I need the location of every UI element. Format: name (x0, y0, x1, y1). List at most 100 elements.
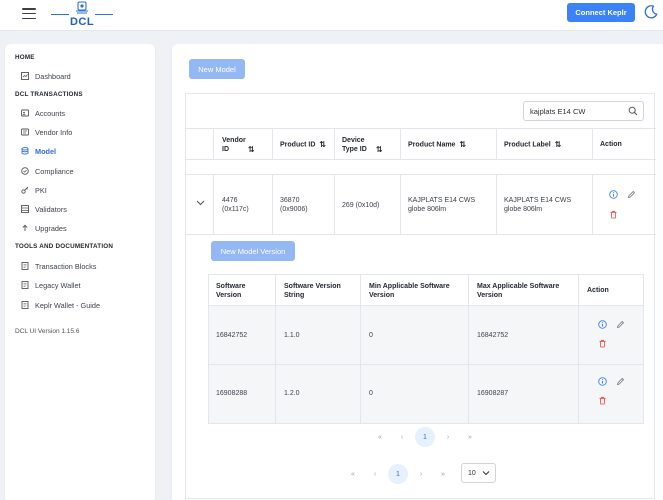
sidebar-item-label: Legacy Wallet (35, 280, 81, 290)
sort-icon[interactable]: ⇅ (248, 145, 255, 154)
sidebar-item-label: Accounts (35, 108, 66, 118)
product-label-cell: KAJPLATS E14 CWS globe 806lm (504, 197, 572, 213)
sidebar-item-pki[interactable]: PKI (21, 184, 47, 196)
column-header-max-software-version: Max Applicable Software Version (477, 283, 560, 299)
column-header-product-name[interactable]: Product Name ⇅ (408, 140, 466, 149)
vendor-icon (21, 128, 29, 136)
last-page-button[interactable]: » (459, 434, 481, 441)
column-header-vendor-id[interactable]: Vendor ID ⇅ (222, 136, 267, 154)
product-name-cell: KAJPLATS E14 CWS globe 806lm (408, 197, 476, 213)
sidebar-section-dcl-transactions: DCL TRANSACTIONS (15, 91, 83, 98)
new-model-button[interactable]: New Model (189, 59, 245, 79)
sidebar-item-keplr-guide[interactable]: Keplr Wallet - Guide (21, 299, 100, 311)
prev-page-button[interactable]: ‹ (364, 471, 386, 478)
sidebar-item-label: Vendor Info (35, 127, 73, 137)
sidebar-section-home: HOME (15, 54, 35, 61)
sidebar-item-label: Transaction Blocks (35, 261, 97, 271)
column-header-product-id[interactable]: Product ID ⇅ (280, 140, 326, 149)
validators-icon (21, 205, 29, 213)
max-version-cell: 16842752 (477, 332, 509, 339)
sidebar-item-label: Compliance (35, 166, 74, 176)
model-versions-table: Software Version Software Version String… (208, 274, 644, 424)
dashboard-icon (21, 72, 29, 80)
first-page-button[interactable]: « (369, 434, 391, 441)
next-page-button[interactable]: › (410, 471, 432, 478)
current-page-button[interactable]: 1 (415, 427, 435, 447)
row-actions (609, 190, 639, 219)
theme-toggle-moon-icon[interactable] (643, 4, 659, 20)
versions-pagination: « ‹ 1 › » (369, 427, 481, 447)
edit-icon[interactable] (616, 377, 625, 386)
sidebar-item-upgrades[interactable]: Upgrades (21, 222, 67, 234)
max-version-cell: 16908287 (477, 390, 509, 397)
info-icon[interactable] (609, 190, 618, 199)
sort-icon[interactable]: ⇅ (459, 140, 466, 149)
sidebar-item-label: Model (35, 146, 57, 156)
sidebar-item-legacy-wallet[interactable]: Legacy Wallet (21, 279, 81, 291)
chevron-down-icon[interactable] (196, 200, 205, 206)
software-version-cell: 16842752 (216, 332, 248, 339)
sidebar-item-label: Upgrades (35, 223, 67, 233)
app-version: DCL UI Version 1.15.6 (15, 328, 80, 335)
dcl-logo[interactable]: DCL (51, 0, 113, 31)
column-header-product-label[interactable]: Product Label ⇅ (504, 140, 561, 149)
sidebar-item-label: Keplr Wallet - Guide (35, 300, 101, 310)
new-model-version-button[interactable]: New Model Version (211, 241, 295, 261)
model-versions-header: Software Version Software Version String… (208, 274, 644, 306)
sort-icon[interactable]: ⇅ (376, 145, 383, 154)
sidebar-section-tools: TOOLS AND DOCUMENTATION (15, 243, 114, 250)
sidebar-item-compliance[interactable]: Compliance (21, 165, 74, 177)
sidebar-item-label: PKI (35, 185, 47, 195)
column-header-software-version: Software Version (216, 283, 246, 299)
table-row: 16842752 1.1.0 0 16842752 (208, 306, 644, 365)
column-header-min-software-version: Min Applicable Software Version (369, 283, 450, 299)
menu-icon[interactable] (22, 8, 36, 20)
connect-keplr-button[interactable]: Connect Keplr (567, 3, 635, 22)
sidebar-item-dashboard[interactable]: Dashboard (21, 70, 71, 82)
accounts-icon (21, 109, 29, 117)
vendor-id-cell: 4476 (0x117c) (222, 197, 249, 213)
column-header-version-action: Action (587, 287, 609, 294)
sidebar-item-model[interactable]: Model (21, 145, 56, 157)
version-string-cell: 1.1.0 (284, 332, 300, 339)
prev-page-button[interactable]: ‹ (391, 434, 413, 441)
delete-icon[interactable] (598, 339, 607, 348)
column-header-device-type-id[interactable]: Device Type ID ⇅ (342, 136, 398, 154)
software-version-cell: 16908288 (216, 390, 248, 397)
sidebar-item-label: Dashboard (35, 71, 71, 81)
first-page-button[interactable]: « (342, 471, 364, 478)
sort-icon[interactable]: ⇅ (555, 140, 562, 149)
info-icon[interactable] (598, 377, 607, 386)
database-icon (21, 147, 29, 155)
document-icon (21, 301, 29, 309)
logo-text: DCL (69, 16, 95, 28)
search-input[interactable]: kajplats E14 CW (523, 101, 644, 121)
info-icon[interactable] (598, 320, 607, 329)
table-row: 16908288 1.2.0 0 16908287 (208, 365, 644, 424)
next-page-button[interactable]: › (437, 434, 459, 441)
column-header-action: Action (600, 141, 622, 148)
edit-icon[interactable] (627, 190, 636, 199)
key-icon (21, 186, 29, 194)
delete-icon[interactable] (598, 396, 607, 405)
page-size-select[interactable]: 10 (461, 463, 496, 483)
sidebar-item-label: Validators (35, 204, 67, 214)
version-string-cell: 1.2.0 (284, 390, 300, 397)
column-header-software-version-string: Software Version String (284, 283, 341, 299)
product-id-cell: 36870 (0x9006) (280, 197, 308, 213)
models-pagination: « ‹ 1 › » (342, 464, 454, 484)
sidebar: HOME Dashboard DCL TRANSACTIONS Accounts… (5, 44, 155, 500)
sidebar-item-vendor-info[interactable]: Vendor Info (21, 126, 72, 138)
document-icon (21, 262, 29, 270)
search-icon[interactable] (628, 106, 638, 116)
sidebar-item-transaction-blocks[interactable]: Transaction Blocks (21, 260, 96, 272)
sort-icon[interactable]: ⇅ (319, 140, 326, 149)
sidebar-item-accounts[interactable]: Accounts (21, 107, 65, 119)
device-type-cell: 269 (0x10d) (342, 202, 380, 209)
models-table: kajplats E14 CW Vendor ID ⇅ Product ID ⇅ D… (185, 93, 656, 499)
last-page-button[interactable]: » (432, 471, 454, 478)
edit-icon[interactable] (616, 320, 625, 329)
current-page-button[interactable]: 1 (388, 464, 408, 484)
sidebar-item-validators[interactable]: Validators (21, 203, 67, 215)
delete-icon[interactable] (609, 210, 618, 219)
